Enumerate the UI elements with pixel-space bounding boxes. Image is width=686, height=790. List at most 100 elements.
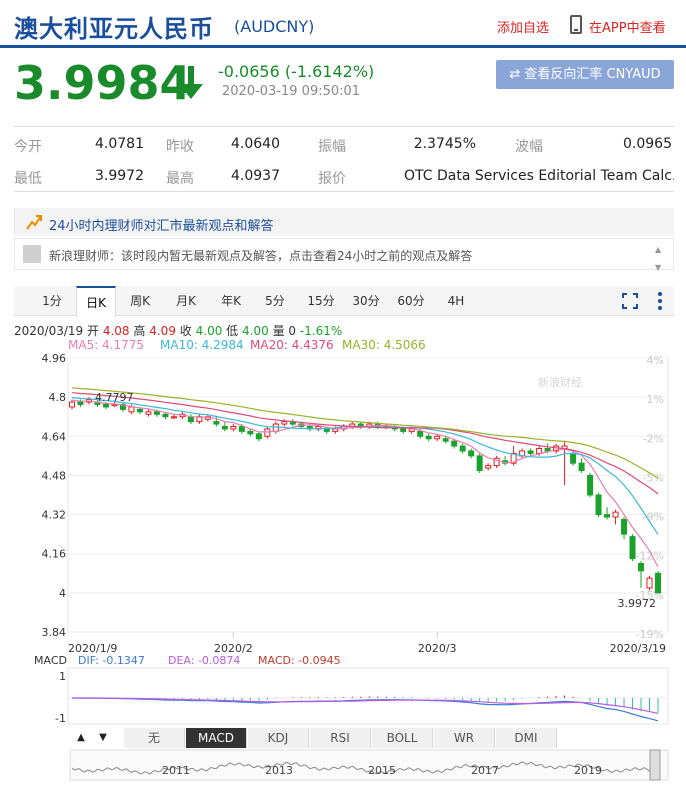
- tab-1min[interactable]: 1分: [32, 286, 72, 316]
- fullscreen-icon[interactable]: [622, 293, 638, 309]
- candle-body: [451, 440, 458, 447]
- candle-body: [221, 426, 228, 430]
- move-up-button[interactable]: ▲: [72, 728, 90, 748]
- candle-body: [417, 430, 424, 437]
- max-price-label: 4.7797: [95, 391, 134, 404]
- quote-table: 今开 4.0781 昨收 4.0640 振幅 2.3745% 波幅 0.0965…: [14, 126, 674, 192]
- news-item[interactable]: 新浪理财师：该时段内暂无最新观点及解答，点击查看24小时之前的观点及解答 ▲ ▼: [14, 238, 674, 272]
- candle-body: [238, 426, 245, 432]
- indicator-tab-dmi[interactable]: DMI: [496, 728, 557, 748]
- x-tick-label: 2020/3: [418, 642, 457, 655]
- indicator-tab-wr[interactable]: WR: [434, 728, 495, 748]
- candle-body: [425, 435, 432, 440]
- tab-yearly[interactable]: 年K: [211, 286, 251, 316]
- plot-frame: [67, 357, 669, 633]
- candle-body: [587, 474, 594, 496]
- candle-body: [629, 536, 636, 560]
- current-price: 3.9984: [14, 56, 192, 110]
- news-text[interactable]: 新浪理财师：该时段内暂无最新观点及解答，点击查看24小时之前的观点及解答: [49, 247, 472, 264]
- watermark: 新浪财经: [538, 375, 582, 389]
- price-change: -0.0656 (-1.6142%): [218, 62, 375, 81]
- candle-body: [468, 450, 475, 457]
- pct-tick-label: -5%: [643, 471, 664, 484]
- view-in-app-link[interactable]: 在APP中查看: [589, 17, 666, 36]
- avatar: [23, 245, 41, 263]
- kline-low-key: 低: [226, 324, 239, 338]
- navigator-year-label: 2013: [265, 764, 293, 777]
- candle-body: [230, 426, 237, 430]
- candle-body: [570, 452, 577, 464]
- page-header: 澳大利亚元人民币 (AUDCNY) 添加自选 在APP中查看: [0, 0, 686, 48]
- scroll-arrows-icon[interactable]: ▲ ▼: [655, 245, 661, 272]
- ma5-line: [71, 399, 659, 568]
- reverse-rate-button[interactable]: ⇄ 查看反向汇率 CNYAUD: [496, 60, 674, 89]
- candle-body: [578, 462, 585, 472]
- candle-body: [612, 511, 619, 518]
- candle-body: [128, 406, 135, 413]
- indicator-tab-none[interactable]: 无: [124, 728, 185, 748]
- period-tabs: 1分 日K 周K 月K 年K 5分 15分 30分 60分 4H: [14, 286, 674, 317]
- kline-low-value: 4.00: [242, 324, 269, 338]
- candle-body: [170, 416, 177, 419]
- candle-body: [281, 421, 288, 425]
- candle-body: [255, 433, 262, 440]
- indicator-tab-macd[interactable]: MACD: [186, 728, 247, 748]
- tab-15min[interactable]: 15分: [301, 286, 341, 316]
- indicator-tab-boll[interactable]: BOLL: [372, 728, 433, 748]
- x-tick-label: 2020/3/19: [610, 642, 666, 655]
- y-tick-label: 4.96: [42, 352, 67, 365]
- tab-weekly[interactable]: 周K: [120, 286, 160, 316]
- candle-body: [136, 408, 143, 413]
- indicator-tab-kdj[interactable]: KDJ: [248, 728, 309, 748]
- currency-code: (AUDCNY): [234, 17, 315, 36]
- quote-value: 2.3745%: [413, 136, 476, 152]
- y-tick-label: 4.48: [42, 469, 67, 482]
- y-tick-label: 4.16: [42, 548, 67, 561]
- candle-body: [153, 411, 160, 415]
- tab-30min[interactable]: 30分: [346, 286, 386, 316]
- page-title: 澳大利亚元人民币: [14, 15, 214, 43]
- candle-body: [536, 448, 543, 454]
- quote-value: OTC Data Services Editorial Team Calc...: [404, 168, 674, 184]
- kline-pct: -1.61%: [299, 324, 343, 338]
- candle-body: [476, 455, 483, 472]
- navigator-year-label: 2019: [574, 764, 602, 777]
- kline-info: 2020/03/19 开 4.08 高 4.09 收 4.00 低 4.00 量…: [14, 322, 342, 339]
- tab-monthly[interactable]: 月K: [166, 286, 206, 316]
- candle-body: [323, 428, 330, 432]
- candle-body: [621, 518, 628, 535]
- move-down-button[interactable]: ▼: [94, 728, 112, 748]
- candle-body: [604, 514, 611, 518]
- indicator-tab-rsi[interactable]: RSI: [310, 728, 371, 748]
- quote-row: 最低 3.9972 最高 4.0937 报价 OTC Data Services…: [14, 161, 674, 193]
- tab-60min[interactable]: 60分: [391, 286, 431, 316]
- navigator-handle: [649, 749, 661, 781]
- candle-body: [264, 428, 271, 437]
- pct-tick-label: 1%: [647, 393, 664, 406]
- pct-tick-label: 4%: [647, 354, 664, 367]
- price-timestamp: 2020-03-19 09:50:01: [222, 84, 361, 99]
- candle-body: [400, 428, 407, 432]
- news-header: 24小时内理财师对汇市最新观点和解答: [14, 208, 674, 236]
- candle-body: [145, 411, 152, 415]
- macd-title: MACD: [34, 654, 67, 667]
- tab-5min[interactable]: 5分: [255, 286, 295, 316]
- macd-frame: [67, 667, 669, 725]
- candle-body: [527, 450, 534, 454]
- candle-body: [213, 421, 220, 425]
- more-options-icon[interactable]: [658, 292, 662, 310]
- candle-body: [442, 438, 449, 442]
- quote-value: 4.0937: [231, 168, 280, 184]
- quote-value: 3.9972: [95, 168, 144, 184]
- kline-close-key: 收: [179, 324, 192, 338]
- candle-body: [646, 577, 653, 589]
- y-tick-label: 4: [59, 587, 66, 600]
- kline-open-value: 4.08: [102, 324, 130, 338]
- tab-4h[interactable]: 4H: [436, 286, 476, 316]
- tab-daily[interactable]: 日K: [76, 286, 116, 317]
- kline-chart[interactable]: 4.96 4.8 4.64 4.48 4.32 4.16 4 3.84 4% 1% -2% -5% -9…: [0, 350, 686, 790]
- add-favorite-link[interactable]: 添加自选: [497, 17, 549, 36]
- quote-key: 波幅: [515, 139, 543, 155]
- news-title[interactable]: 24小时内理财师对汇市最新观点和解答: [49, 215, 274, 234]
- pct-tick-label: -9%: [643, 511, 664, 524]
